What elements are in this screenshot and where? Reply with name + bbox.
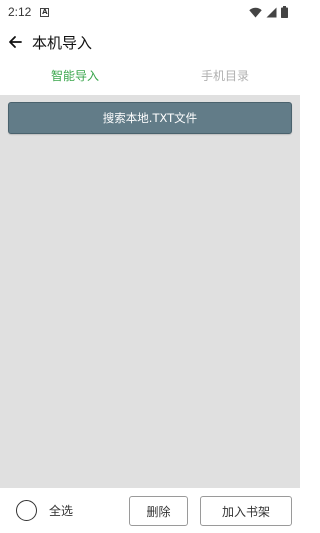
notification-a-icon: A <box>40 7 50 17</box>
status-icons <box>249 6 288 18</box>
select-all-radio[interactable] <box>16 500 37 521</box>
select-all-label: 全选 <box>49 504 74 518</box>
app-bar: 本机导入 <box>0 24 300 60</box>
status-time: 2:12 <box>8 5 32 19</box>
bottom-action-bar: 全选 删除 加入书架 <box>0 488 300 533</box>
tab-phone-directory[interactable]: 手机目录 <box>150 60 300 90</box>
page-title: 本机导入 <box>32 33 93 52</box>
arrow-left-icon <box>9 36 22 48</box>
content-area: 搜索本地.TXT文件 <box>0 95 300 488</box>
back-button[interactable] <box>0 24 30 60</box>
search-local-txt-button[interactable]: 搜索本地.TXT文件 <box>8 102 292 134</box>
status-bar: 2:12 A <box>0 0 300 24</box>
signal-icon <box>266 7 277 17</box>
wifi-icon <box>249 7 262 17</box>
battery-icon <box>281 6 288 18</box>
tab-smart-import[interactable]: 智能导入 <box>0 60 150 90</box>
tab-bar: 智能导入 手机目录 <box>0 60 300 90</box>
delete-button[interactable]: 删除 <box>129 496 188 526</box>
add-to-shelf-button[interactable]: 加入书架 <box>200 496 292 526</box>
